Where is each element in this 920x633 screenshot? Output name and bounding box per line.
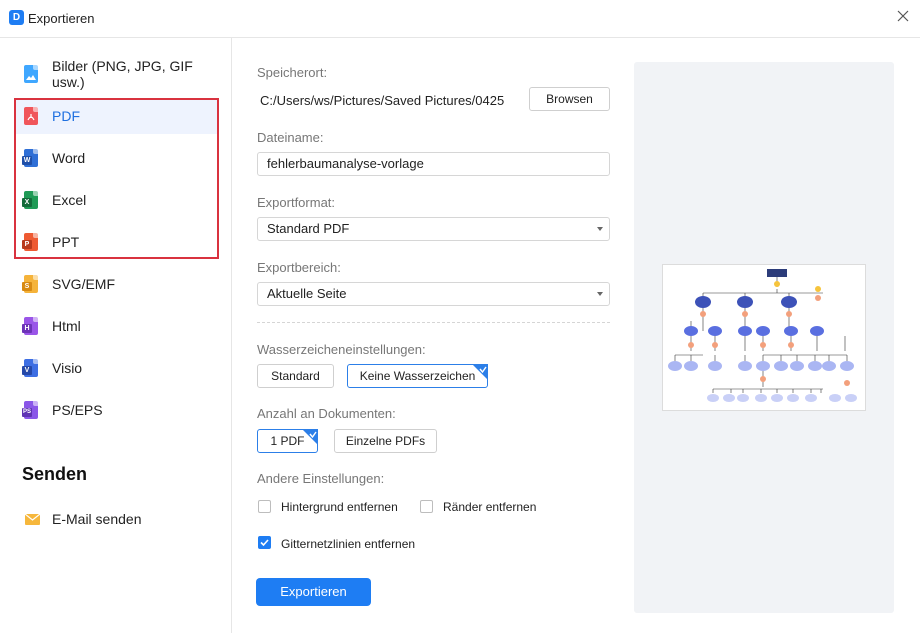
remove-grid-label: Gitternetzlinien entfernen: [281, 537, 416, 551]
excel-file-icon: X: [22, 191, 38, 209]
filename-input[interactable]: fehlerbaumanalyse-vorlage: [257, 152, 610, 176]
chevron-down-icon: [597, 292, 603, 296]
docs-one-pdf-button[interactable]: 1 PDF: [257, 429, 318, 453]
image-file-icon: [24, 65, 38, 83]
range-label: Exportbereich:: [257, 260, 341, 275]
filename-label: Dateiname:: [257, 130, 324, 145]
watermark-standard-button[interactable]: Standard: [257, 364, 334, 388]
sidebar-item-images[interactable]: Bilder (PNG, JPG, GIF usw.): [16, 56, 218, 92]
html-file-icon: H: [22, 317, 38, 335]
format-label: Exportformat:: [257, 195, 336, 210]
ppt-file-icon: P: [22, 233, 38, 251]
checkmark-icon: [260, 539, 269, 547]
sidebar-item-label: SVG/EMF: [52, 276, 116, 292]
sidebar-item-label: PS/EPS: [52, 402, 103, 418]
sidebar-item-email[interactable]: E-Mail senden: [16, 501, 218, 537]
sidebar-item-label: Excel: [52, 192, 87, 208]
mail-icon: [25, 514, 40, 525]
format-select-value: Standard PDF: [267, 221, 350, 236]
sidebar-item-ppt[interactable]: P PPT: [16, 224, 218, 260]
app-logo-icon: D: [9, 10, 24, 25]
export-button[interactable]: Exportieren: [256, 578, 371, 606]
sidebar-item-label: Html: [52, 318, 81, 334]
sidebar-item-label: E-Mail senden: [52, 511, 142, 527]
other-settings-label: Andere Einstellungen:: [257, 471, 385, 486]
sidebar-item-label: Word: [52, 150, 86, 166]
docs-label: Anzahl an Dokumenten:: [257, 406, 396, 421]
export-format-sidebar: Bilder (PNG, JPG, GIF usw.) PDF W Word X…: [0, 38, 232, 633]
sidebar-item-ps-eps[interactable]: PS PS/EPS: [16, 392, 218, 428]
pdf-file-icon: [24, 107, 38, 125]
range-select[interactable]: Aktuelle Seite: [257, 282, 610, 306]
range-select-value: Aktuelle Seite: [267, 286, 347, 301]
remove-background-label: Hintergrund entfernen: [281, 500, 398, 514]
close-icon[interactable]: [896, 9, 910, 23]
sidebar-item-label: Visio: [52, 360, 83, 376]
watermark-none-label: Keine Wasserzeichen: [359, 369, 476, 383]
fault-tree-diagram-preview: [668, 269, 857, 402]
location-label: Speicherort:: [257, 65, 328, 80]
sidebar-item-excel[interactable]: X Excel: [16, 182, 218, 218]
chevron-down-icon: [597, 227, 603, 231]
sidebar-item-label: PPT: [52, 234, 80, 250]
location-path: C:/Users/ws/Pictures/Saved Pictures/0425: [260, 93, 505, 108]
format-select[interactable]: Standard PDF: [257, 217, 610, 241]
selected-check-icon: [302, 429, 318, 445]
docs-single-pdfs-button[interactable]: Einzelne PDFs: [334, 429, 437, 453]
sidebar-item-visio[interactable]: V Visio: [16, 350, 218, 386]
sidebar-item-html[interactable]: H Html: [16, 308, 218, 344]
sidebar-item-svg-emf[interactable]: S SVG/EMF: [16, 266, 218, 302]
sidebar-item-label: Bilder (PNG, JPG, GIF usw.): [52, 58, 193, 90]
svg-file-icon: S: [22, 275, 38, 293]
remove-grid-checkbox[interactable]: [258, 536, 271, 549]
remove-borders-label: Ränder entfernen: [443, 500, 537, 514]
watermark-label: Wasserzeicheneinstellungen:: [257, 342, 426, 357]
title-bar: D Exportieren: [0, 0, 920, 38]
divider: [257, 322, 610, 323]
ps-file-icon: PS: [22, 401, 38, 419]
word-file-icon: W: [22, 149, 38, 167]
browse-button[interactable]: Browsen: [529, 87, 610, 111]
watermark-none-button[interactable]: Keine Wasserzeichen: [347, 364, 488, 388]
remove-borders-checkbox[interactable]: [420, 500, 433, 513]
sidebar-item-label: PDF: [52, 108, 80, 124]
sidebar-item-pdf[interactable]: PDF: [16, 98, 218, 134]
preview-panel: [634, 62, 894, 613]
window-title: Exportieren: [28, 11, 95, 26]
send-heading: Senden: [22, 464, 88, 484]
export-settings-panel: Speicherort: C:/Users/ws/Pictures/Saved …: [233, 38, 920, 633]
preview-thumbnail: [662, 264, 866, 411]
docs-one-pdf-label: 1 PDF: [270, 434, 305, 448]
remove-background-checkbox[interactable]: [258, 500, 271, 513]
sidebar-item-word[interactable]: W Word: [16, 140, 218, 176]
visio-file-icon: V: [22, 359, 38, 377]
selected-check-icon: [472, 364, 488, 380]
